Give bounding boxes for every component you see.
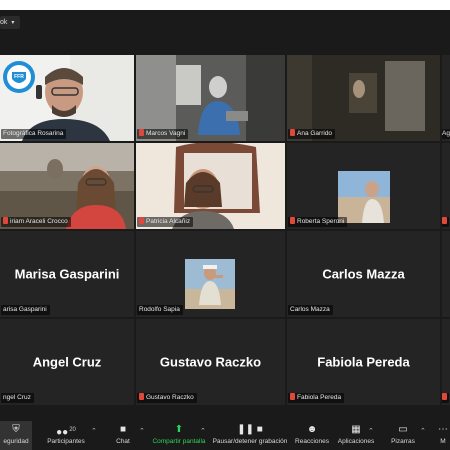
participant-count: 20 [69, 427, 76, 433]
participant-name-label: arisa Gasparini [1, 305, 50, 315]
top-bar: ok ▾ [0, 10, 450, 54]
reactions-button[interactable]: ☻ Reacciones [294, 421, 330, 450]
more-label: M [440, 438, 446, 445]
whiteboard-icon: ▭ [398, 424, 408, 435]
meeting-window: ok ▾ FFR Fotográfica Rosarina Marcos Vag… [0, 10, 450, 450]
video-tile-marcos-vagni[interactable]: Marcos Vagni [136, 55, 285, 141]
participant-big-name: Gustavo Raczko [159, 354, 262, 370]
video-tile-partial-right[interactable]: Ag [442, 55, 450, 141]
participant-name-label: Gustavo Raczko [137, 393, 197, 403]
chevron-down-icon: ▾ [11, 20, 15, 26]
video-tile-gustavo-raczko[interactable]: Gustavo Raczko Gustavo Raczko [136, 319, 285, 405]
whiteboards-label: Pizarras [391, 438, 415, 445]
chevron-up-icon[interactable]: ⌃ [420, 427, 426, 435]
view-button[interactable]: ok ▾ [0, 16, 21, 29]
participants-label: Participantes [47, 438, 85, 445]
participant-name-label: Marcos Vagni [137, 129, 189, 139]
chevron-up-icon[interactable]: ⌃ [91, 427, 97, 435]
muted-mic-icon [442, 393, 447, 400]
muted-mic-icon [3, 217, 8, 224]
chat-icon: ■ [119, 424, 127, 435]
participant-name-label: iriam Araceli Crocco [1, 217, 71, 227]
share-screen-button[interactable]: ⬆ Compartir pantalla [150, 421, 208, 450]
participant-name-label [442, 217, 449, 227]
shield-icon: ⛨ [12, 424, 20, 435]
participant-name-label: Ag [442, 129, 450, 139]
video-tile-partial-right-3[interactable] [442, 231, 450, 317]
whiteboards-button[interactable]: ▭ Pizarras [388, 421, 418, 450]
muted-mic-icon [139, 217, 144, 224]
muted-mic-icon [139, 393, 144, 400]
video-tile-patricia-alcaniz[interactable]: Patricia Alcañiz [136, 143, 285, 229]
participant-name-label: Patricia Alcañiz [137, 217, 194, 227]
security-button[interactable]: ⛨ eguridad [0, 421, 32, 450]
video-tile-roberta-speroni[interactable]: Roberta Speroni [287, 143, 440, 229]
ffr-logo-text: FFR [14, 74, 24, 80]
chevron-up-icon[interactable]: ⌃ [200, 427, 206, 435]
participants-icon: ●●20 [56, 427, 76, 438]
muted-mic-icon [442, 217, 447, 224]
muted-mic-icon [290, 129, 295, 136]
view-button-label: ok [0, 19, 8, 26]
participant-name-label: Rodolfo Sapia [137, 305, 183, 315]
participant-name-label: Ana Garrido [288, 129, 336, 139]
muted-mic-icon [290, 393, 295, 400]
participants-button[interactable]: ●●20 Participantes [44, 421, 88, 450]
more-button[interactable]: ⋯ M [436, 421, 450, 450]
ffr-logo: FFR [3, 61, 35, 93]
participant-big-name: Fabiola Pereda [317, 354, 410, 370]
video-tile-fabiola-pereda[interactable]: Fabiola Pereda Fabiola Pereda [287, 319, 440, 405]
participant-photo [185, 259, 235, 309]
participant-name-label: ngel Cruz [1, 393, 34, 403]
chevron-up-icon[interactable]: ⌃ [139, 427, 145, 435]
chat-label: Chat [116, 438, 130, 445]
pause-stop-icon: ❚❚ ■ [237, 424, 263, 435]
share-screen-label: Compartir pantalla [152, 438, 206, 445]
video-tile-carlos-mazza[interactable]: Carlos Mazza Carlos Mazza [287, 231, 440, 317]
muted-mic-icon [139, 129, 144, 136]
reactions-icon: ☻ [306, 424, 318, 435]
muted-mic-icon [290, 217, 295, 224]
security-label: eguridad [3, 438, 29, 445]
video-tile-partial-right-4[interactable] [442, 319, 450, 405]
participant-name-label: Fabiola Pereda [288, 393, 345, 403]
video-tile-miriam-crocco[interactable]: iriam Araceli Crocco [0, 143, 134, 229]
reactions-label: Reacciones [295, 438, 329, 445]
video-tile-rodolfo-sapia[interactable]: Rodolfo Sapia [136, 231, 285, 317]
chat-button[interactable]: ■ Chat [108, 421, 138, 450]
participant-name-label: Roberta Speroni [288, 217, 348, 227]
video-tile-ana-garrido[interactable]: Ana Garrido [287, 55, 440, 141]
record-label: Pausar/detener grabación [212, 438, 288, 445]
video-tile-angel-cruz[interactable]: Angel Cruz ngel Cruz [0, 319, 134, 405]
participant-name-label [442, 393, 449, 403]
participant-name-label: Fotográfica Rosarina [1, 129, 67, 139]
apps-button[interactable]: ▦ Aplicaciones [336, 421, 376, 450]
record-button[interactable]: ❚❚ ■ Pausar/detener grabación [212, 421, 288, 450]
participant-photo [338, 171, 390, 223]
video-tile-partial-right-2[interactable] [442, 143, 450, 229]
video-tile-marisa-gasparini[interactable]: Marisa Gasparini arisa Gasparini [0, 231, 134, 317]
more-icon: ⋯ [438, 424, 448, 435]
meeting-toolbar: ⛨ eguridad ●●20 Participantes ⌃ ■ Chat ⌃… [0, 421, 450, 450]
participant-big-name: Carlos Mazza [322, 266, 405, 282]
participant-big-name: Marisa Gasparini [14, 266, 120, 282]
video-tile-fotografica-rosarina[interactable]: FFR Fotográfica Rosarina [0, 55, 134, 141]
chevron-up-icon[interactable]: ⌃ [368, 427, 374, 435]
apps-label: Aplicaciones [337, 438, 375, 445]
participant-big-name: Angel Cruz [32, 354, 102, 370]
participant-name-label: Carlos Mazza [288, 305, 333, 315]
